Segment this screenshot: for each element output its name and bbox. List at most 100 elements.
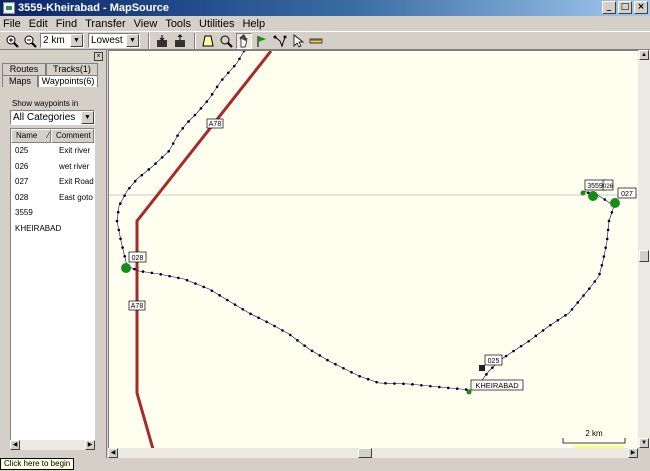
track-point <box>154 162 157 165</box>
track-point <box>176 134 179 137</box>
list-item[interactable]: 028 East goto <box>11 190 94 206</box>
track-point <box>446 386 450 390</box>
track-point <box>241 307 245 311</box>
measure-ruler-icon[interactable] <box>308 33 324 49</box>
scroll-thumb[interactable] <box>639 250 649 262</box>
hand-pan-icon[interactable] <box>236 32 252 49</box>
menu-edit[interactable]: Edit <box>29 18 48 30</box>
chevron-down-icon[interactable]: ▼ <box>126 34 139 47</box>
list-item[interactable]: 3559 <box>11 205 94 221</box>
route-tool-icon[interactable] <box>272 33 288 49</box>
menu-help[interactable]: Help <box>242 18 265 30</box>
track-point <box>350 370 353 374</box>
tab-waypoints[interactable]: Waypoints(6) <box>38 75 98 87</box>
tab-routes[interactable]: Routes <box>2 63 46 75</box>
menu-view[interactable]: View <box>134 18 158 30</box>
maximize-button[interactable]: □ <box>618 1 632 14</box>
waypoint-025: 025 <box>479 354 503 371</box>
track-point <box>512 349 515 353</box>
zoom-out-icon[interactable] <box>22 33 38 49</box>
svg-text:KHEIRABAD: KHEIRABAD <box>475 381 519 390</box>
track-point <box>185 278 189 282</box>
map-vscrollbar[interactable]: ▲ ▼ <box>638 50 650 448</box>
menu-tools[interactable]: Tools <box>165 18 191 30</box>
close-button[interactable]: × <box>634 1 648 14</box>
menu-find[interactable]: Find <box>56 18 77 30</box>
track-point <box>133 179 137 183</box>
track-point <box>147 168 151 171</box>
map-hscrollbar[interactable]: ◀ ▶ <box>108 448 638 458</box>
track-point <box>375 380 378 384</box>
scroll-right-icon[interactable]: ▶ <box>628 448 638 458</box>
scroll-right-icon[interactable]: ▶ <box>85 440 95 450</box>
menu-transfer[interactable]: Transfer <box>85 18 126 30</box>
scale-bar: 2 km <box>562 429 626 444</box>
track-point <box>116 210 120 214</box>
track-point <box>593 280 597 283</box>
track-point <box>358 374 361 378</box>
chevron-down-icon[interactable]: ▼ <box>70 34 83 47</box>
track-point <box>455 387 459 391</box>
waypoint-027: 027 <box>610 187 637 208</box>
track-point <box>141 270 145 273</box>
left-panel: × Routes Tracks(1) Maps Waypoints(6) Sho… <box>0 50 107 458</box>
chevron-down-icon[interactable]: ▼ <box>81 111 94 124</box>
track-point <box>238 57 241 61</box>
track-point <box>221 78 224 81</box>
track-point <box>576 301 580 304</box>
track-point <box>150 271 154 275</box>
track-point <box>226 71 230 75</box>
svg-text:027: 027 <box>621 191 633 198</box>
zoom-tool-icon[interactable] <box>218 33 234 49</box>
menu-utilities[interactable]: Utilities <box>199 18 234 30</box>
track-point <box>128 186 131 190</box>
track-point <box>177 276 180 280</box>
track-point <box>194 282 197 285</box>
waypoint-list-hscrollbar[interactable]: ◀ ▶ <box>10 440 95 450</box>
waypoint-list[interactable]: Name ⁄ Comment 025 Exit river 026 wet rive… <box>10 128 95 450</box>
menu-file[interactable]: File <box>3 18 21 30</box>
column-header-name[interactable]: Name ⁄ <box>11 129 51 143</box>
list-item[interactable]: KHEIRABAD <box>11 221 94 237</box>
map-select-icon[interactable] <box>200 33 216 49</box>
zoom-in-icon[interactable] <box>4 33 20 49</box>
scroll-up-icon[interactable]: ▲ <box>639 50 649 60</box>
track-point <box>202 285 206 289</box>
select-arrow-icon[interactable] <box>290 33 306 49</box>
scroll-down-icon[interactable]: ▼ <box>639 438 649 448</box>
map-canvas[interactable]: A78 A78 028 3559 026 027 025 KHEIRABAD 2… <box>108 50 639 456</box>
track-point <box>117 228 121 232</box>
scroll-left-icon[interactable]: ◀ <box>108 448 118 458</box>
track-point <box>121 246 124 249</box>
waypoint-flag-icon[interactable] <box>254 33 270 49</box>
track-point <box>123 194 126 197</box>
toolbar-separator <box>148 32 150 49</box>
receive-from-device-icon[interactable] <box>154 33 170 49</box>
close-icon[interactable]: × <box>94 52 103 61</box>
detail-level-select[interactable]: Lowest ▼ <box>88 33 140 48</box>
track-point <box>226 298 229 302</box>
track-point <box>402 382 405 386</box>
road-shield-a78: A78 <box>206 118 224 129</box>
map-frame: A78 A78 028 3559 026 027 025 KHEIRABAD 2… <box>108 50 650 458</box>
waypoint-kheirabad: KHEIRABAD <box>466 379 524 395</box>
list-item[interactable]: 027 Exit Road <box>11 174 94 190</box>
list-item[interactable]: 026 wet river <box>11 159 94 175</box>
scroll-left-icon[interactable]: ◀ <box>10 440 20 450</box>
toolbar-separator <box>194 32 196 49</box>
track-point <box>491 366 494 369</box>
track-point <box>519 344 523 348</box>
list-item[interactable]: 025 Exit river <box>11 143 94 159</box>
tab-tracks[interactable]: Tracks(1) <box>46 63 98 75</box>
scroll-thumb[interactable] <box>358 448 372 458</box>
mapsource-app-icon[interactable] <box>3 2 15 14</box>
track-point <box>160 156 164 159</box>
tab-maps[interactable]: Maps <box>2 75 38 87</box>
minimize-button[interactable]: _ <box>602 1 616 14</box>
category-select[interactable]: All Categories ▼ <box>10 110 95 125</box>
column-header-comment[interactable]: Comment <box>51 129 94 143</box>
track-point <box>133 267 136 271</box>
track-line <box>116 51 615 391</box>
send-to-device-icon[interactable] <box>172 33 188 49</box>
zoom-level-select[interactable]: 2 km ▼ <box>40 33 84 48</box>
